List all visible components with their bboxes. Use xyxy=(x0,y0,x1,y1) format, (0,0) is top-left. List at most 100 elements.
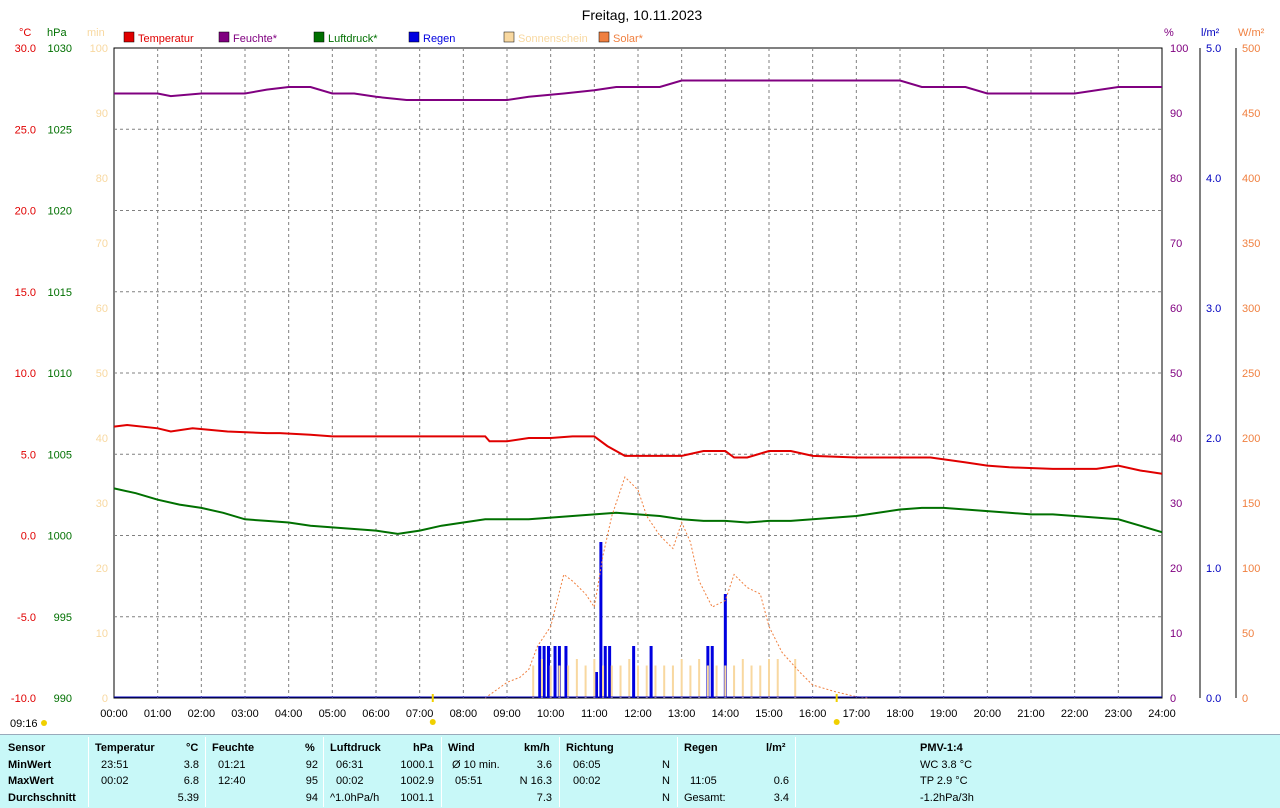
press-tick-label: 1025 xyxy=(48,124,72,136)
solar-tick-label: 50 xyxy=(1242,628,1254,640)
sonnenschein-bar xyxy=(645,665,648,698)
x-tick-label: 06:00 xyxy=(362,708,390,720)
row-min-hum-val: 92 xyxy=(305,759,318,771)
row-min-press-val: 1000.1 xyxy=(400,759,434,771)
legend-label-luftdruck: Luftdruck* xyxy=(328,33,378,45)
row-max-temp-time: 00:02 xyxy=(101,775,129,787)
unit-temp: °C xyxy=(19,27,31,39)
row-max-hum-time: 12:40 xyxy=(218,775,246,787)
row-min-label: MinWert xyxy=(8,759,52,771)
sonnenschein-bar xyxy=(532,665,535,698)
row-max-dir-time: 00:02 xyxy=(573,775,601,787)
x-tick-label: 24:00 xyxy=(1148,708,1176,720)
header-wind-unit: km/h xyxy=(524,742,550,754)
press-tick-label: 1015 xyxy=(48,287,72,299)
row-max-press-time: 00:02 xyxy=(336,775,364,787)
temp-tick-label: -10.0 xyxy=(11,693,36,705)
row-min-dir-val: N xyxy=(662,759,670,771)
regen-bar xyxy=(546,646,550,698)
row-max-wind-val: N 16.3 xyxy=(519,775,552,787)
press-tick-label: 1010 xyxy=(48,368,72,380)
header-temp-unit: °C xyxy=(186,742,199,754)
weather-chart: Freitag, 10.11.2023 Temperatur Feuchte* Lu… xyxy=(10,7,1265,730)
sonnenschein-bar xyxy=(724,665,727,698)
legend-swatch-sonnenschein xyxy=(503,31,515,43)
sonnenschein-bar xyxy=(558,665,561,698)
sun-tick-label: 0 xyxy=(102,693,108,705)
sun-tick-label: 80 xyxy=(96,173,108,185)
press-tick-label: 1005 xyxy=(48,449,72,461)
header-rain-unit: l/m² xyxy=(766,742,786,754)
temp-tick-label: 10.0 xyxy=(15,368,36,380)
legend-swatch-luftdruck xyxy=(313,31,325,43)
row-max-press-val: 1002.9 xyxy=(400,775,434,787)
sonnenschein-bar xyxy=(698,659,701,698)
x-tick-label: 14:00 xyxy=(712,708,740,720)
sunset-icon xyxy=(833,719,840,725)
header-dir: Richtung xyxy=(566,742,614,754)
rain-tick-label: 5.0 xyxy=(1206,43,1221,55)
x-tick-label: 10:00 xyxy=(537,708,565,720)
hum-tick-label: 100 xyxy=(1170,43,1188,55)
sonnenschein-bar xyxy=(794,659,797,698)
unit-press: hPa xyxy=(47,27,67,39)
row-avg-press-val: 1001.1 xyxy=(400,792,434,804)
sonnenschein-bar xyxy=(637,665,639,698)
row-avg-wind-val: 7.3 xyxy=(536,792,552,804)
x-tick-label: 09:00 xyxy=(493,708,521,720)
row-min-pmv: WC 3.8 °C xyxy=(920,759,973,771)
temp-tick-label: 0.0 xyxy=(21,531,36,543)
unit-hum: % xyxy=(1164,27,1174,39)
hum-tick-label: 20 xyxy=(1170,563,1182,575)
hum-tick-label: 80 xyxy=(1170,173,1182,185)
header-hum: Feuchte xyxy=(212,742,255,754)
sonnenschein-bar xyxy=(593,659,596,698)
x-tick-label: 23:00 xyxy=(1105,708,1133,720)
sonnenschein-bar xyxy=(733,665,736,698)
sonnenschein-bar xyxy=(768,659,770,698)
x-tick-label: 22:00 xyxy=(1061,708,1089,720)
hum-tick-label: 50 xyxy=(1170,368,1182,380)
row-min-temp-val: 3.8 xyxy=(183,759,199,771)
chart-title: Freitag, 10.11.2023 xyxy=(582,7,703,23)
header-sensor: Sensor xyxy=(8,742,46,754)
regen-bar xyxy=(603,646,607,698)
press-tick-label: 1000 xyxy=(48,531,72,543)
regen-bar xyxy=(564,646,568,698)
x-tick-label: 18:00 xyxy=(886,708,914,720)
sonnenschein-bar xyxy=(654,665,657,698)
rain-tick-label: 1.0 xyxy=(1206,563,1221,575)
sonnenschein-bar xyxy=(602,665,605,698)
sun-tick-label: 70 xyxy=(96,238,108,250)
row-avg-temp-val: 5.39 xyxy=(177,792,199,804)
temp-tick-label: 15.0 xyxy=(15,287,36,299)
row-avg-rain-val: 3.4 xyxy=(773,792,789,804)
row-max-label: MaxWert xyxy=(8,775,54,787)
time-stamp: 09:16 xyxy=(10,718,38,730)
row-min-temp-time: 23:51 xyxy=(101,759,129,771)
legend-label-regen: Regen xyxy=(423,33,455,45)
hum-tick-label: 0 xyxy=(1170,693,1176,705)
regen-bar xyxy=(538,646,542,698)
row-avg-hum-val: 94 xyxy=(305,792,318,804)
sonnenschein-bar xyxy=(575,659,578,698)
sonnenschein-bar xyxy=(689,665,692,698)
row-max-temp-val: 6.8 xyxy=(183,775,199,787)
regen-bar xyxy=(542,646,546,698)
sonnenschein-bar xyxy=(628,659,631,698)
sun-tick-label: 90 xyxy=(96,108,108,120)
sun-tick-label: 20 xyxy=(96,563,108,575)
row-max-pmv: TP 2.9 °C xyxy=(920,775,968,787)
regen-bar xyxy=(710,646,714,698)
solar-tick-label: 400 xyxy=(1242,173,1260,185)
hum-tick-label: 70 xyxy=(1170,238,1182,250)
solar-tick-label: 250 xyxy=(1242,368,1260,380)
x-tick-label: 08:00 xyxy=(450,708,478,720)
hum-tick-label: 90 xyxy=(1170,108,1182,120)
hum-tick-label: 60 xyxy=(1170,303,1182,315)
sonnenschein-bar xyxy=(706,665,709,698)
sonnenschein-bar xyxy=(759,665,762,698)
rain-tick-label: 0.0 xyxy=(1206,693,1221,705)
sonnenschein-bar xyxy=(619,665,622,698)
row-min-press-time: 06:31 xyxy=(336,759,364,771)
